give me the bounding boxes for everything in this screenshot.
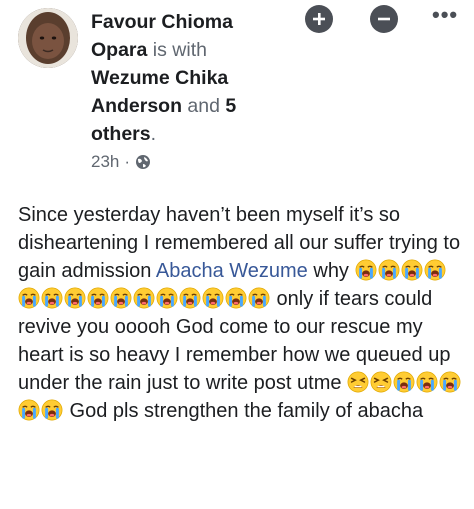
- and-text: and: [182, 95, 226, 117]
- loudly-crying-face-icon: [156, 287, 178, 309]
- tired-emoji-run: [347, 371, 393, 394]
- loudly-crying-face-icon: [41, 399, 63, 421]
- post-text-2: why: [307, 260, 355, 282]
- loudly-crying-face-icon: [416, 371, 438, 393]
- tired-face-icon: [370, 371, 392, 393]
- loudly-crying-face-icon: [133, 287, 155, 309]
- loudly-crying-face-icon: [378, 259, 399, 281]
- minus-circle-icon: [378, 17, 390, 21]
- meta-separator: ·: [124, 152, 131, 171]
- plus-circle-button[interactable]: [305, 5, 333, 33]
- avatar[interactable]: [18, 8, 78, 68]
- post-body: Since yesterday haven’t been myself it’s…: [18, 201, 468, 425]
- loudly-crying-face-icon: [87, 287, 109, 309]
- loudly-crying-face-icon: [393, 371, 415, 393]
- loudly-crying-face-icon: [110, 287, 132, 309]
- timestamp[interactable]: 23h: [91, 152, 119, 172]
- loudly-crying-face-icon: [202, 287, 224, 309]
- loudly-crying-face-icon: [401, 259, 422, 281]
- post-text-4: God pls strengthen the family of abacha: [64, 400, 424, 422]
- globe-icon[interactable]: [135, 154, 151, 170]
- loudly-crying-face-icon: [18, 287, 40, 309]
- with-text: is with: [147, 39, 207, 61]
- avatar-image: [18, 8, 78, 68]
- loudly-crying-face-icon: [355, 259, 376, 281]
- mention-link[interactable]: Abacha Wezume: [156, 260, 308, 282]
- minus-circle-button[interactable]: [370, 5, 398, 33]
- post-meta: 23h ·: [91, 152, 151, 172]
- more-options-button[interactable]: •••: [432, 2, 458, 28]
- plus-circle-icon: [313, 13, 325, 25]
- post-header: Favour Chioma Opara is with Wezume Chika…: [91, 8, 283, 148]
- loudly-crying-face-icon: [41, 287, 63, 309]
- tired-face-icon: [347, 371, 369, 393]
- loudly-crying-face-icon: [439, 371, 461, 393]
- loudly-crying-face-icon: [225, 287, 247, 309]
- loudly-crying-face-icon: [64, 287, 86, 309]
- header-period: .: [150, 123, 157, 145]
- loudly-crying-face-icon: [424, 259, 445, 281]
- loudly-crying-face-icon: [179, 287, 201, 309]
- loudly-crying-face-icon: [248, 287, 270, 309]
- loudly-crying-face-icon: [18, 399, 40, 421]
